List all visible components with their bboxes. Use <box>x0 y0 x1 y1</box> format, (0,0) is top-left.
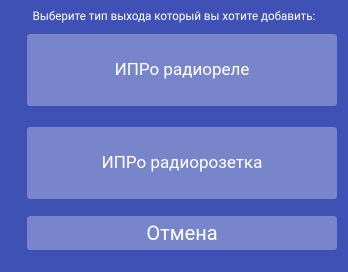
option-ipro-radiorelay-button[interactable]: ИПРо радиореле <box>27 34 337 106</box>
option-label: ИПРо радиорозетка <box>101 153 263 173</box>
dialog-prompt: Выберите тип выхода который вы хотите до… <box>32 9 316 23</box>
cancel-label: Отмена <box>146 221 218 245</box>
option-ipro-radiosocket-button[interactable]: ИПРо радиорозетка <box>27 127 337 199</box>
option-label: ИПРо радиореле <box>114 60 250 80</box>
add-output-dialog: Выберите тип выхода который вы хотите до… <box>0 0 348 272</box>
cancel-button[interactable]: Отмена <box>27 216 337 250</box>
